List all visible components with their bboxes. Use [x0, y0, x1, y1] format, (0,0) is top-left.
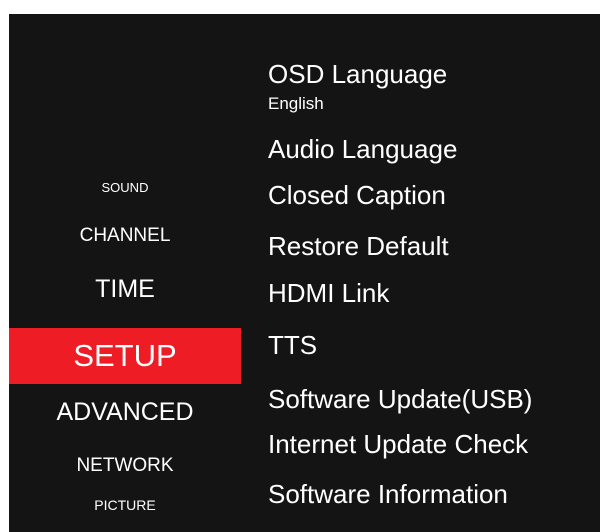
setup-options-list: OSD Language English Audio Language Clos…	[268, 14, 600, 532]
category-network[interactable]: NETWORK	[9, 456, 241, 475]
option-audio-language[interactable]: Audio Language	[268, 136, 457, 162]
option-restore-default[interactable]: Restore Default	[268, 233, 449, 259]
option-software-update-usb[interactable]: Software Update(USB)	[268, 386, 532, 412]
option-software-information[interactable]: Software Information	[268, 481, 508, 507]
category-menu: SOUND CHANNEL TIME SETUP ADVANCED NETWOR…	[9, 14, 241, 532]
category-time[interactable]: TIME	[9, 277, 241, 302]
category-sound[interactable]: SOUND	[9, 181, 241, 194]
category-channel[interactable]: CHANNEL	[9, 226, 241, 245]
option-hdmi-link[interactable]: HDMI Link	[268, 280, 389, 306]
tv-settings-screen: SOUND CHANNEL TIME SETUP ADVANCED NETWOR…	[9, 14, 600, 532]
option-osd-language[interactable]: OSD Language	[268, 61, 447, 87]
option-internet-update-check[interactable]: Internet Update Check	[268, 431, 528, 457]
osd-language-value: English	[268, 94, 324, 113]
category-advanced[interactable]: ADVANCED	[9, 400, 241, 425]
category-setup-selected[interactable]: SETUP	[9, 328, 241, 384]
option-closed-caption[interactable]: Closed Caption	[268, 182, 446, 208]
category-picture[interactable]: PICTURE	[9, 498, 241, 512]
option-tts[interactable]: TTS	[268, 332, 317, 358]
